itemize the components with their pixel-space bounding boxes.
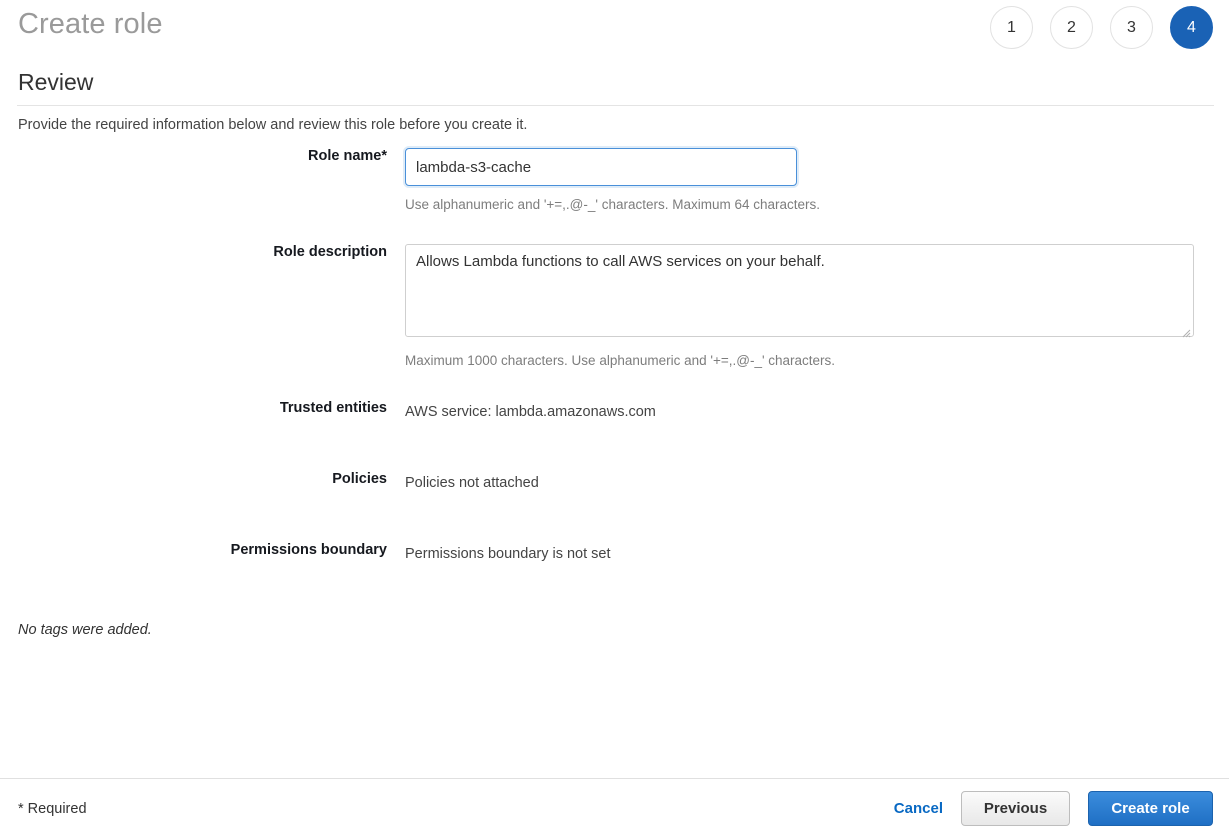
step-indicator-2[interactable]: 2: [1050, 6, 1093, 49]
review-form: Role name* Use alphanumeric and '+=,.@-_…: [0, 148, 1229, 565]
trusted-entities-row: Trusted entities AWS service: lambda.ama…: [0, 400, 1229, 423]
required-note: * Required: [18, 801, 87, 817]
footer-actions: Cancel Previous Create role: [894, 791, 1213, 826]
step-indicator-1[interactable]: 1: [990, 6, 1033, 49]
previous-button[interactable]: Previous: [961, 791, 1070, 826]
role-name-field: Use alphanumeric and '+=,.@-_' character…: [405, 148, 1229, 214]
step-indicator-4-label: 4: [1187, 19, 1196, 37]
tags-empty-note: No tags were added.: [18, 622, 152, 638]
role-name-input[interactable]: [405, 148, 797, 186]
step-indicator-4[interactable]: 4: [1170, 6, 1213, 49]
role-description-label: Role description: [0, 244, 405, 260]
section-intro: Provide the required information below a…: [18, 115, 527, 136]
role-description-field: Maximum 1000 characters. Use alphanumeri…: [405, 244, 1229, 370]
policies-row: Policies Policies not attached: [0, 471, 1229, 494]
step-indicator-3[interactable]: 3: [1110, 6, 1153, 49]
permissions-boundary-label: Permissions boundary: [0, 542, 405, 558]
create-role-page: Create role 1 2 3 4 Review Provide the r…: [0, 0, 1229, 838]
create-role-button[interactable]: Create role: [1088, 791, 1213, 826]
header-divider: [17, 105, 1214, 106]
policies-label: Policies: [0, 471, 405, 487]
role-name-row: Role name* Use alphanumeric and '+=,.@-_…: [0, 148, 1229, 214]
permissions-boundary-row: Permissions boundary Permissions boundar…: [0, 542, 1229, 565]
role-description-row: Role description Maximum 1000 characters…: [0, 244, 1229, 370]
page-footer: * Required Cancel Previous Create role: [0, 778, 1229, 838]
trusted-entities-value: AWS service: lambda.amazonaws.com: [405, 400, 1229, 423]
permissions-boundary-value: Permissions boundary is not set: [405, 542, 1229, 565]
step-indicator-2-label: 2: [1067, 19, 1076, 37]
policies-value: Policies not attached: [405, 471, 1229, 494]
step-indicator-3-label: 3: [1127, 19, 1136, 37]
cancel-button[interactable]: Cancel: [894, 800, 943, 817]
section-title: Review: [18, 66, 93, 98]
trusted-entities-label: Trusted entities: [0, 400, 405, 416]
role-description-textarea[interactable]: [405, 244, 1194, 337]
step-indicator: 1 2 3 4: [990, 6, 1213, 49]
role-description-hint: Maximum 1000 characters. Use alphanumeri…: [405, 352, 1229, 370]
page-title: Create role: [18, 4, 163, 44]
role-description-textarea-wrap: [405, 244, 1194, 342]
page-header: Create role 1 2 3 4: [0, 0, 1229, 55]
role-name-label: Role name*: [0, 148, 405, 164]
role-name-hint: Use alphanumeric and '+=,.@-_' character…: [405, 196, 1229, 214]
step-indicator-1-label: 1: [1007, 19, 1016, 37]
